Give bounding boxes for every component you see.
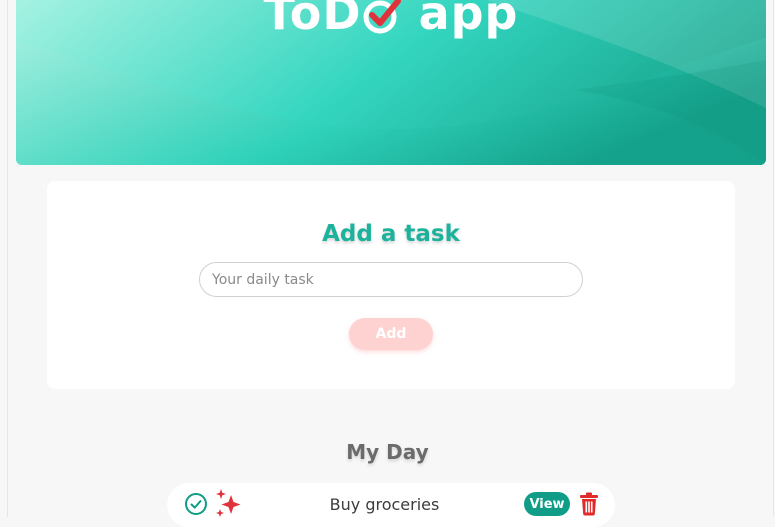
check-circle-icon bbox=[362, 0, 402, 35]
add-task-card: Add a task Add bbox=[47, 181, 735, 389]
sparkles-icon bbox=[216, 489, 241, 517]
trash-icon bbox=[580, 492, 598, 516]
app-title-prefix: ToD bbox=[263, 0, 362, 40]
app-title: ToD app bbox=[16, 0, 766, 40]
app-title-suffix: app bbox=[401, 0, 519, 40]
my-day-title: My Day bbox=[346, 440, 429, 464]
add-button[interactable]: Add bbox=[349, 318, 433, 350]
view-task-button[interactable]: View bbox=[524, 492, 570, 516]
check-circle-icon bbox=[185, 493, 207, 515]
task-input[interactable] bbox=[199, 262, 583, 297]
task-text: Buy groceries bbox=[329, 495, 440, 514]
complete-task-button[interactable] bbox=[184, 492, 208, 516]
header-banner: ToD app bbox=[16, 0, 766, 165]
add-task-title: Add a task bbox=[322, 221, 460, 247]
delete-task-button[interactable] bbox=[579, 492, 599, 516]
task-item: Buy groceries View bbox=[167, 483, 615, 527]
